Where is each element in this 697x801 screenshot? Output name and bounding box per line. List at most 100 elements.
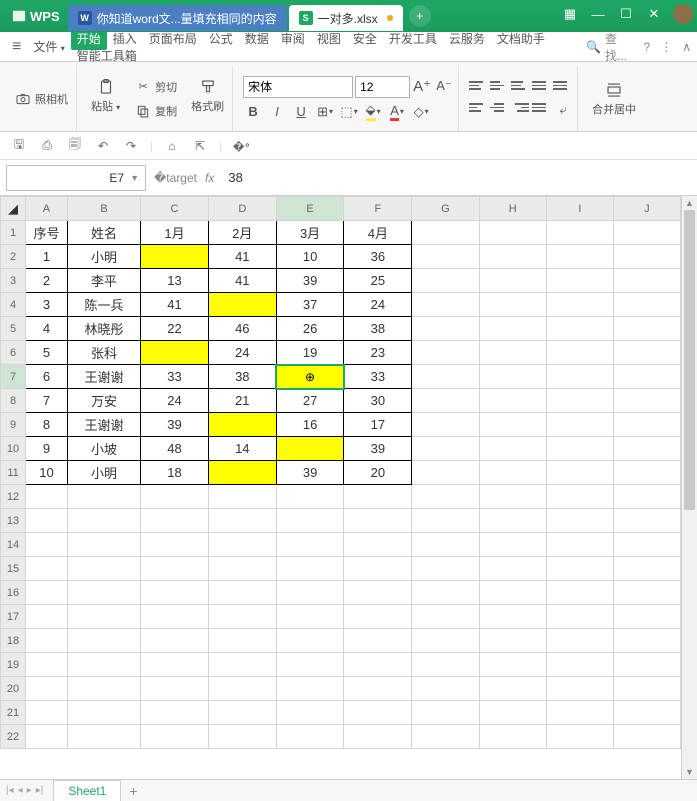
- cell[interactable]: [479, 341, 546, 365]
- cell[interactable]: 38: [208, 365, 276, 389]
- cell[interactable]: 39: [276, 461, 344, 485]
- cell[interactable]: [276, 437, 344, 461]
- cell[interactable]: [479, 485, 546, 509]
- align-right-button[interactable]: [511, 100, 529, 116]
- cell[interactable]: [26, 509, 68, 533]
- cell[interactable]: [613, 629, 680, 653]
- cell[interactable]: [479, 413, 546, 437]
- col-header-I[interactable]: I: [546, 197, 613, 221]
- cell[interactable]: [67, 581, 140, 605]
- cell[interactable]: [344, 581, 412, 605]
- scroll-up-icon[interactable]: ▲: [682, 196, 697, 210]
- cell[interactable]: [546, 557, 613, 581]
- cell[interactable]: [344, 653, 412, 677]
- wrap-text-button[interactable]: ⤶: [553, 100, 573, 120]
- cell[interactable]: [67, 557, 140, 581]
- row-header-9[interactable]: 9: [1, 413, 26, 437]
- cell[interactable]: [412, 557, 479, 581]
- cell[interactable]: [141, 245, 209, 269]
- cell[interactable]: 9: [26, 437, 68, 461]
- cell[interactable]: [26, 581, 68, 605]
- cell[interactable]: [26, 485, 68, 509]
- cut-button[interactable]: ✂剪切: [130, 76, 181, 98]
- cell[interactable]: 21: [208, 389, 276, 413]
- cell[interactable]: [613, 485, 680, 509]
- row-header-14[interactable]: 14: [1, 533, 26, 557]
- cell[interactable]: [67, 605, 140, 629]
- cell[interactable]: [479, 605, 546, 629]
- cell[interactable]: [412, 245, 479, 269]
- cell[interactable]: [141, 701, 209, 725]
- cell[interactable]: [546, 653, 613, 677]
- cell[interactable]: 36: [344, 245, 412, 269]
- cell[interactable]: [412, 269, 479, 293]
- cell[interactable]: 24: [208, 341, 276, 365]
- cell[interactable]: [546, 533, 613, 557]
- cell[interactable]: [208, 701, 276, 725]
- cell[interactable]: [613, 533, 680, 557]
- cell[interactable]: 26: [276, 317, 344, 341]
- cell[interactable]: 25: [344, 269, 412, 293]
- minimize-button[interactable]: —: [589, 7, 607, 22]
- increase-font-button[interactable]: A⁺: [412, 76, 432, 96]
- cell[interactable]: 14: [208, 437, 276, 461]
- cell[interactable]: [546, 221, 613, 245]
- cell[interactable]: 41: [208, 245, 276, 269]
- cell[interactable]: 张科: [67, 341, 140, 365]
- cell[interactable]: 4: [26, 317, 68, 341]
- avatar[interactable]: [673, 4, 693, 24]
- cell[interactable]: [26, 557, 68, 581]
- cell[interactable]: [67, 629, 140, 653]
- cell[interactable]: [613, 461, 680, 485]
- cell[interactable]: [613, 221, 680, 245]
- cell[interactable]: 李平: [67, 269, 140, 293]
- cell[interactable]: 4月: [344, 221, 412, 245]
- cell[interactable]: [208, 293, 276, 317]
- cell[interactable]: [276, 557, 344, 581]
- cell[interactable]: [141, 605, 209, 629]
- cell[interactable]: [412, 701, 479, 725]
- cell[interactable]: [479, 677, 546, 701]
- italic-button[interactable]: I: [267, 102, 287, 122]
- cell[interactable]: [344, 557, 412, 581]
- cell[interactable]: [613, 413, 680, 437]
- name-box[interactable]: E7▼: [6, 165, 146, 191]
- merge-center-button[interactable]: 合并居中: [588, 79, 640, 119]
- cell[interactable]: [412, 365, 479, 389]
- cell[interactable]: 16: [276, 413, 344, 437]
- cell[interactable]: [546, 677, 613, 701]
- cell[interactable]: [276, 677, 344, 701]
- cell[interactable]: 小明: [67, 245, 140, 269]
- camera-button[interactable]: 照相机: [10, 88, 72, 110]
- row-header-7[interactable]: 7: [1, 365, 26, 389]
- cell-style-button[interactable]: ⬚▾: [339, 102, 359, 122]
- cell[interactable]: [26, 629, 68, 653]
- select-all-corner[interactable]: ◢: [1, 197, 26, 221]
- cell[interactable]: 小坡: [67, 437, 140, 461]
- add-sheet-button[interactable]: +: [121, 783, 145, 799]
- cell[interactable]: 38: [344, 317, 412, 341]
- cell[interactable]: [26, 677, 68, 701]
- menu-智能工具箱[interactable]: 智能工具箱: [71, 45, 143, 67]
- cell[interactable]: [141, 341, 209, 365]
- cell[interactable]: 39: [344, 437, 412, 461]
- cell[interactable]: [141, 485, 209, 509]
- cell[interactable]: [67, 509, 140, 533]
- justify-button[interactable]: [532, 100, 550, 116]
- cell[interactable]: 13: [141, 269, 209, 293]
- cell[interactable]: [479, 365, 546, 389]
- row-header-11[interactable]: 11: [1, 461, 26, 485]
- new-tab-button[interactable]: +: [409, 5, 431, 27]
- cell[interactable]: 王谢谢: [67, 365, 140, 389]
- search-box[interactable]: 🔍 查找...: [586, 30, 635, 64]
- hamburger-icon[interactable]: ≡: [6, 38, 27, 56]
- cell[interactable]: 17: [344, 413, 412, 437]
- cell[interactable]: [546, 605, 613, 629]
- row-header-17[interactable]: 17: [1, 605, 26, 629]
- cell[interactable]: [613, 509, 680, 533]
- menu-file[interactable]: 文件 ▾: [27, 34, 70, 59]
- cell[interactable]: [479, 701, 546, 725]
- col-header-F[interactable]: F: [344, 197, 412, 221]
- cell[interactable]: [412, 389, 479, 413]
- align-middle-button[interactable]: [490, 78, 508, 94]
